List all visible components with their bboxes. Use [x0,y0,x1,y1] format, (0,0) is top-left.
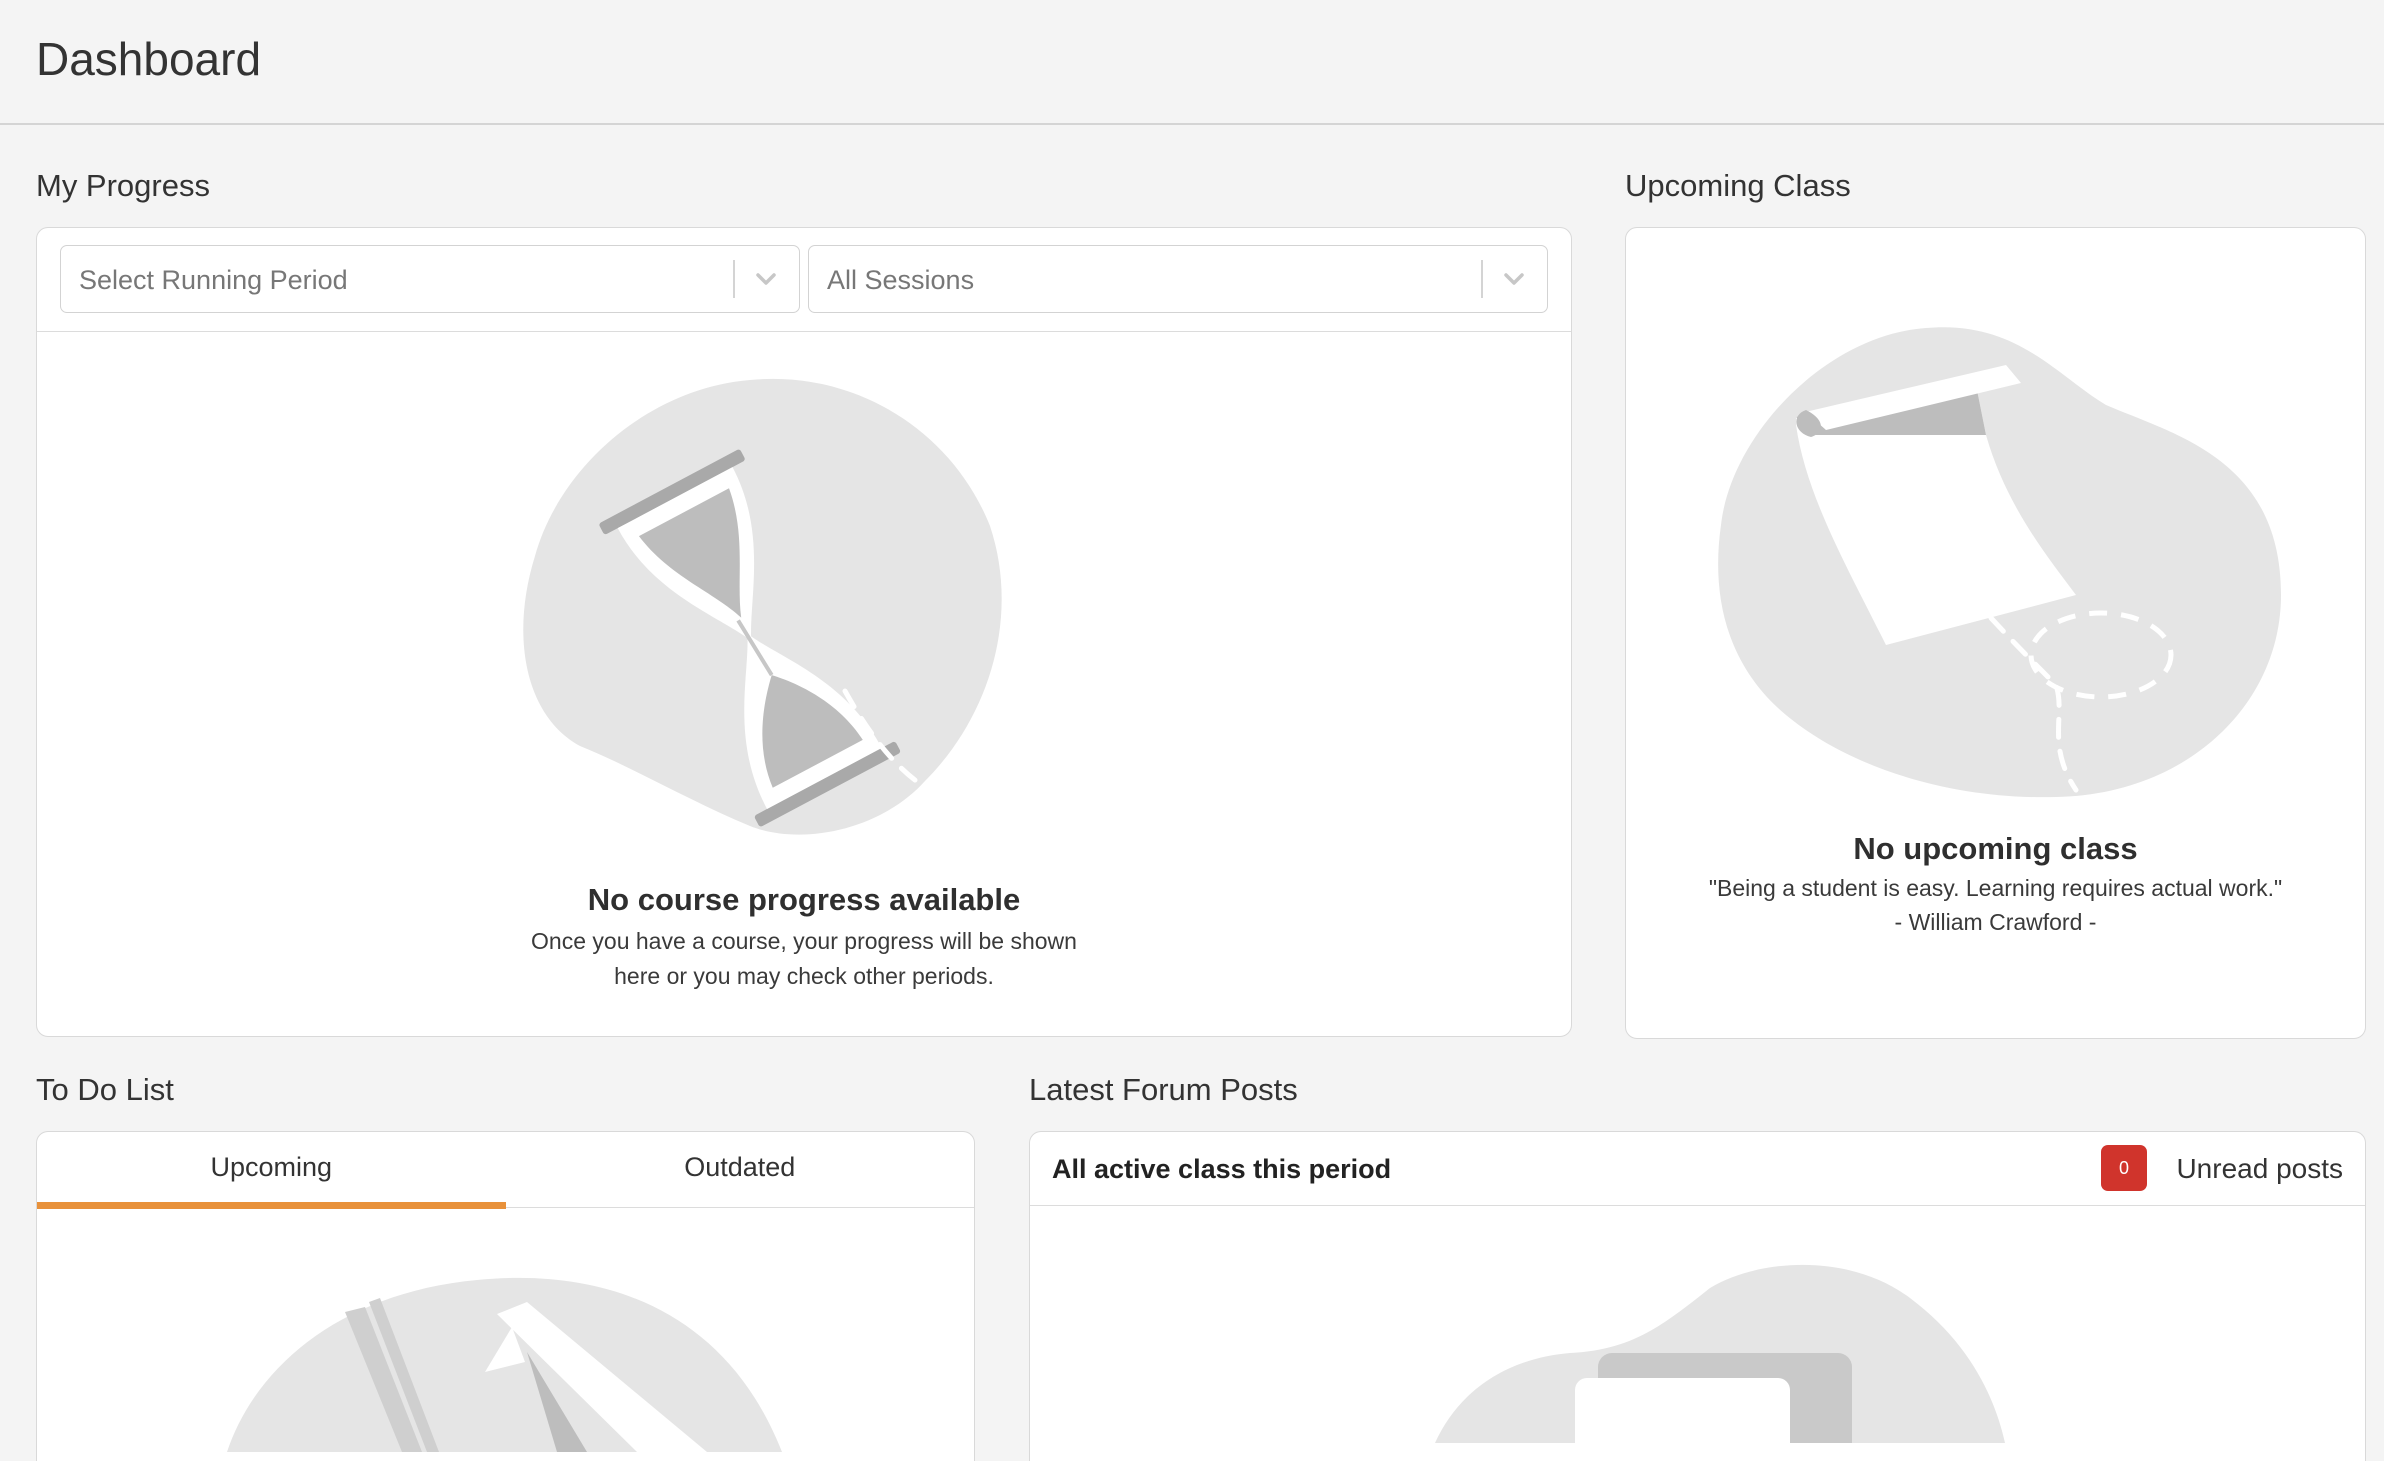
unread-count-badge[interactable]: 0 [2101,1145,2147,1191]
pencil-icon [227,1277,782,1452]
motivational-quote: "Being a student is easy. Learning requi… [1708,875,2283,901]
forum-header: All active class this period 0 Unread po… [1030,1132,2365,1206]
todo-card: Upcoming Outdated [36,1131,975,1461]
no-upcoming-class-title: No upcoming class [1853,831,2138,866]
progress-empty-text-line2: here or you may check other periods. [614,963,994,989]
page-header: Dashboard [0,0,2384,125]
my-progress-title: My Progress [36,168,210,203]
progress-empty-text-line1: Once you have a course, your progress wi… [531,928,1077,954]
select-separator [733,260,735,298]
tab-outdated[interactable]: Outdated [506,1132,975,1208]
progress-empty-title: No course progress available [587,882,1021,917]
upcoming-class-card: No upcoming class "Being a student is ea… [1625,227,2366,1039]
select-separator [1481,260,1483,298]
chevron-down-icon[interactable] [751,264,781,294]
progress-card: Select Running Period All Sessions No co… [36,227,1572,1037]
chat-icon [1435,1264,2005,1443]
progress-filters: Select Running Period All Sessions [37,228,1571,332]
running-period-placeholder: Select Running Period [79,265,348,295]
sessions-value: All Sessions [827,265,975,295]
sessions-select[interactable]: All Sessions [808,245,1548,313]
forum-header-title: All active class this period [1052,1154,1392,1184]
hourglass-icon [523,378,1053,835]
map-scroll-icon [1718,327,2281,798]
unread-posts-label[interactable]: Unread posts [2176,1153,2343,1185]
todo-tabs: Upcoming Outdated [37,1132,975,1209]
tab-upcoming[interactable]: Upcoming [37,1132,506,1209]
forum-card: All active class this period 0 Unread po… [1029,1131,2366,1461]
upcoming-class-title: Upcoming Class [1625,168,1851,203]
quote-author: - William Crawford - [1894,909,2097,935]
todo-list-title: To Do List [36,1072,174,1107]
page-title: Dashboard [36,33,262,85]
chevron-down-icon[interactable] [1499,264,1529,294]
forum-posts-title: Latest Forum Posts [1029,1072,1298,1107]
running-period-select[interactable]: Select Running Period [60,245,800,313]
